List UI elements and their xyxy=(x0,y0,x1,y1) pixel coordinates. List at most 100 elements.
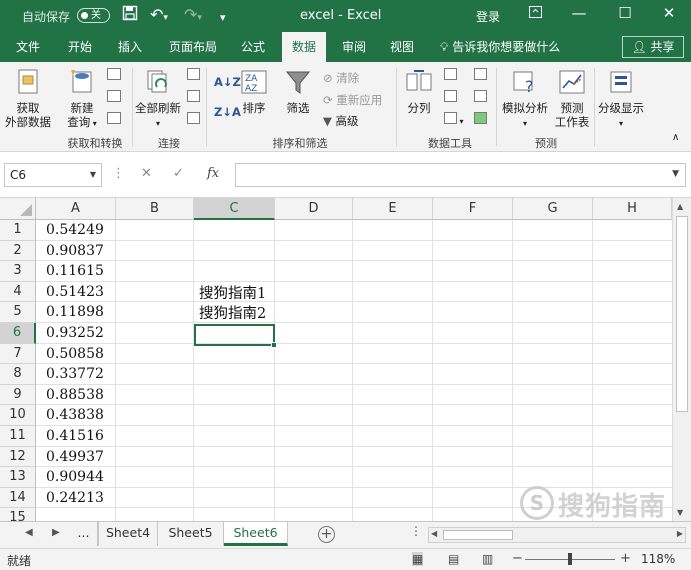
collapse-ribbon-icon[interactable]: ∧ xyxy=(672,130,679,146)
tab-insert[interactable]: 插入 xyxy=(110,32,150,62)
cell-a9[interactable]: 0.88538 xyxy=(46,385,104,405)
normal-view-icon[interactable]: ▦ xyxy=(412,552,424,566)
scroll-down-icon[interactable]: ▼ xyxy=(677,508,683,517)
consolidate-icon[interactable] xyxy=(474,68,487,84)
row-header-10[interactable]: 10 xyxy=(0,405,36,426)
row-header-13[interactable]: 13 xyxy=(0,467,36,488)
cancel-entry-icon[interactable]: ✕ xyxy=(141,166,152,181)
sheet-tab-sheet4[interactable]: Sheet4 xyxy=(98,522,158,546)
row-header-5[interactable]: 5 xyxy=(0,302,36,323)
refresh-all-button[interactable]: 全部刷新 ▾ xyxy=(134,68,182,131)
cell-c4[interactable]: 搜狗指南1 xyxy=(199,284,266,304)
row-header-15[interactable]: 15 xyxy=(0,508,36,521)
column-header-a[interactable]: A xyxy=(36,198,116,220)
login-link[interactable]: 登录 xyxy=(476,8,500,25)
row-header-3[interactable]: 3 xyxy=(0,261,36,282)
maximize-icon[interactable]: ☐ xyxy=(610,4,640,22)
column-header-e[interactable]: E xyxy=(353,198,433,220)
vertical-scroll-thumb[interactable] xyxy=(676,216,688,412)
text-to-columns-button[interactable]: 分列 xyxy=(400,68,438,115)
flash-fill-icon[interactable] xyxy=(444,68,457,84)
redo-icon[interactable]: ↷▾ xyxy=(184,5,202,28)
recent-sources-icon[interactable] xyxy=(107,112,121,128)
autosave-toggle[interactable]: 关 xyxy=(77,8,110,23)
sheet-tab-sheet5[interactable]: Sheet5 xyxy=(158,522,224,546)
cell-a6[interactable]: 0.93252 xyxy=(46,323,104,343)
horizontal-scroll-thumb[interactable] xyxy=(443,530,513,540)
name-box-dropdown-icon[interactable]: ▼ xyxy=(90,164,96,186)
column-header-d[interactable]: D xyxy=(275,198,353,220)
tab-split-icon[interactable]: ⋮ xyxy=(410,524,422,538)
next-sheet-icon[interactable]: ▶ xyxy=(52,527,60,538)
remove-duplicates-icon[interactable] xyxy=(444,90,457,106)
column-header-g[interactable]: G xyxy=(513,198,593,220)
scroll-up-icon[interactable]: ▲ xyxy=(677,202,683,211)
row-header-6[interactable]: 6 xyxy=(0,323,36,344)
cell-a12[interactable]: 0.49937 xyxy=(46,447,104,467)
cell-a14[interactable]: 0.24213 xyxy=(46,488,104,508)
edit-links-icon[interactable] xyxy=(187,112,200,128)
cell-a3[interactable]: 0.11615 xyxy=(46,261,104,281)
worksheet-grid[interactable]: A B C D E F G H 1 2 3 4 5 6 7 8 9 10 11 12 13 14 15 0.… xyxy=(0,198,672,521)
cell-a11[interactable]: 0.41516 xyxy=(46,426,104,446)
tell-me-box[interactable]: 💡︎ 告诉我你想要做什么 xyxy=(440,32,560,62)
add-sheet-icon[interactable]: + xyxy=(318,526,335,543)
zoom-in-icon[interactable]: + xyxy=(620,551,631,566)
from-table-icon[interactable] xyxy=(107,90,121,106)
formula-input[interactable]: ▼ xyxy=(235,163,686,187)
name-box[interactable]: C6 ▼ xyxy=(4,163,102,187)
outline-button[interactable]: 分级显示 ▾ xyxy=(596,68,646,131)
undo-icon[interactable]: ↶▾ xyxy=(150,5,168,28)
cell-a2[interactable]: 0.90837 xyxy=(46,241,104,261)
cell-c5[interactable]: 搜狗指南2 xyxy=(199,304,266,324)
row-header-2[interactable]: 2 xyxy=(0,240,36,262)
scroll-left-icon[interactable]: ◀ xyxy=(431,529,437,538)
more-sheets-button[interactable]: ... xyxy=(70,522,98,546)
page-break-view-icon[interactable]: ▥ xyxy=(482,552,493,566)
column-header-f[interactable]: F xyxy=(433,198,513,220)
cell-a13[interactable]: 0.90944 xyxy=(46,467,104,487)
properties-icon[interactable] xyxy=(187,90,200,106)
tab-file[interactable]: 文件 xyxy=(8,32,48,62)
clear-filter-button[interactable]: ⊘ 清除 xyxy=(323,70,359,86)
scroll-right-icon[interactable]: ▶ xyxy=(677,529,683,538)
data-model-icon[interactable] xyxy=(474,112,487,128)
fill-handle[interactable] xyxy=(271,342,277,348)
zoom-out-icon[interactable]: − xyxy=(512,551,523,566)
zoom-slider-thumb[interactable] xyxy=(568,553,572,565)
row-header-12[interactable]: 12 xyxy=(0,446,36,468)
row-header-8[interactable]: 8 xyxy=(0,364,36,385)
sort-button[interactable]: ZA AZ 排序 xyxy=(236,68,272,115)
filter-button[interactable]: 筛选 xyxy=(280,68,316,115)
forecast-sheet-button[interactable]: 预测 工作表 xyxy=(552,68,592,129)
cell-a4[interactable]: 0.51423 xyxy=(46,282,104,302)
connections-icon[interactable] xyxy=(187,68,200,84)
relationships-icon[interactable] xyxy=(474,90,487,106)
tab-view[interactable]: 视图 xyxy=(382,32,422,62)
cell-a7[interactable]: 0.50858 xyxy=(46,344,104,364)
minimize-icon[interactable]: — xyxy=(564,4,594,22)
new-query-button[interactable]: 新建 查询 ▾ xyxy=(60,68,104,131)
insert-function-icon[interactable]: fx xyxy=(207,166,219,181)
close-icon[interactable]: ✕ xyxy=(654,4,684,22)
tab-formulas[interactable]: 公式 xyxy=(232,32,274,62)
row-header-4[interactable]: 4 xyxy=(0,281,36,303)
advanced-filter-button[interactable]: ▼ 高级 xyxy=(323,113,359,129)
vertical-scrollbar[interactable]: ▲ ▼ xyxy=(672,198,691,521)
cell-a1[interactable]: 0.54249 xyxy=(46,220,104,240)
column-header-c[interactable]: C xyxy=(194,198,275,220)
cell-a5[interactable]: 0.11898 xyxy=(46,302,104,322)
select-all-button[interactable] xyxy=(0,198,36,220)
row-header-14[interactable]: 14 xyxy=(0,487,36,509)
tab-review[interactable]: 审阅 xyxy=(334,32,374,62)
confirm-entry-icon[interactable]: ✓ xyxy=(173,166,184,181)
cell-a10[interactable]: 0.43838 xyxy=(46,405,104,425)
page-layout-view-icon[interactable]: ▤ xyxy=(448,552,459,566)
row-header-11[interactable]: 11 xyxy=(0,426,36,447)
save-icon[interactable] xyxy=(122,5,138,26)
active-cell-c6[interactable] xyxy=(194,324,277,348)
ribbon-display-options-icon[interactable] xyxy=(520,4,550,22)
tab-home[interactable]: 开始 xyxy=(60,32,100,62)
column-header-b[interactable]: B xyxy=(116,198,194,220)
zoom-level[interactable]: 118% xyxy=(641,552,675,566)
